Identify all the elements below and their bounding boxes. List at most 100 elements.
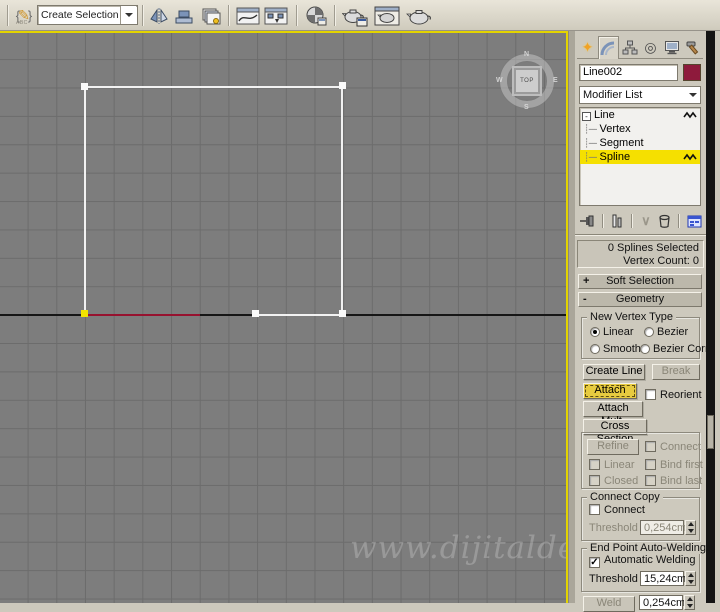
schematic-view-icon[interactable] [262,3,290,28]
vertex-selected[interactable] [81,310,88,317]
object-color-swatch[interactable] [683,64,701,81]
auto-weld-threshold-input[interactable]: 15,24cm [640,571,686,586]
pin-stack-icon[interactable] [577,212,597,230]
command-panel: ✦ ◎ Line002 Modifier List - Line ┊---- V… [575,31,720,612]
spin-down-icon[interactable] [686,603,693,608]
curve-editor-icon[interactable] [234,3,262,28]
tab-hierarchy[interactable] [619,36,640,59]
attach-mult-button[interactable]: Attach Mult. [583,401,643,427]
connect-copy-threshold-input[interactable]: 0,254cm [640,520,686,535]
linear-checkbox[interactable]: Linear [589,459,635,471]
viewcube-west[interactable]: W [496,77,503,84]
panel-scrollbar-thumb[interactable] [707,415,714,449]
selection-set-dropdown-arrow[interactable] [120,6,136,24]
auto-weld-threshold-spinner[interactable] [685,571,696,586]
mirror-icon[interactable] [147,3,171,28]
connect-copy-checkbox[interactable]: Connect [589,504,645,516]
vertex-top-right[interactable] [339,82,346,89]
attach-button[interactable]: Attach [583,383,637,399]
spline-segment-right[interactable] [341,86,343,316]
stack-row-spline[interactable]: ┊---- Spline [580,150,700,164]
connect-copy-threshold-label: Threshold [589,522,638,534]
spin-up-icon[interactable] [686,597,693,602]
connect-copy-threshold-spinner[interactable] [685,520,696,535]
create-icon: ✦ [581,38,594,55]
toolbar-separator [7,5,9,26]
collapse-icon[interactable]: - [582,112,591,121]
material-editor-icon[interactable] [302,3,330,28]
spline-segment-red[interactable] [85,314,200,316]
tab-utilities[interactable] [682,36,703,59]
stack-row-segment[interactable]: ┊---- Segment [580,136,700,150]
closed-checkbox[interactable]: Closed [589,475,638,487]
viewport-top[interactable]: N S W E TOP www.dijitalde [0,31,568,603]
bind-last-checkbox[interactable]: Bind last [645,475,702,487]
show-in-viewport-icon[interactable] [683,153,697,161]
group-new-vertex-type: New Vertex Type Linear Bezier Smooth Bez… [581,311,720,359]
make-unique-icon[interactable]: ∨ [637,212,655,230]
spline-segment-top[interactable] [85,86,343,88]
render-production-icon[interactable] [404,3,434,28]
configure-modifier-sets-icon[interactable] [684,212,704,230]
weld-button[interactable]: Weld [583,596,635,612]
radio-linear[interactable]: Linear [590,326,634,338]
break-button[interactable]: Break [652,364,700,380]
render-setup-icon[interactable] [340,3,370,28]
spline-segment-bottom[interactable] [256,314,343,316]
selection-set-dropdown[interactable]: Create Selection Se [37,5,138,25]
vertex-bottom-mid[interactable] [252,310,259,317]
viewcube-north[interactable]: N [524,51,529,58]
rendered-frame-window-icon[interactable] [372,3,402,28]
align-icon[interactable] [172,3,196,28]
hierarchy-icon [622,40,637,54]
radio-smooth[interactable]: Smooth [590,343,641,355]
selection-info: 0 Splines Selected Vertex Count: 0 [577,240,704,268]
rollout-geometry[interactable]: - Geometry [578,292,702,307]
spline-segment-left[interactable] [84,86,86,316]
spin-up-icon[interactable] [687,522,694,527]
show-in-viewport-icon[interactable] [683,111,697,119]
connect-checkbox[interactable]: Connect [645,441,701,453]
object-name-input[interactable]: Line002 [579,64,678,81]
named-selection-sets-abc: ABC [16,20,28,26]
automatic-welding-checkbox[interactable]: ✓ Automatic Welding [589,554,696,568]
refine-button[interactable]: Refine [587,439,639,455]
viewcube-east[interactable]: E [553,77,558,84]
panel-gap [568,31,575,603]
vertex-bottom-right[interactable] [339,310,346,317]
group-refine: Refine Connect Linear Bind first Closed … [581,432,703,489]
viewcube-top-face[interactable]: TOP [514,68,540,94]
create-line-button[interactable]: Create Line [583,364,645,380]
spin-up-icon[interactable] [687,573,694,578]
modifier-list-arrow[interactable] [685,87,700,103]
tab-motion[interactable]: ◎ [640,36,661,59]
bind-first-checkbox[interactable]: Bind first [645,459,703,471]
spin-down-icon[interactable] [687,579,694,584]
rollout-soft-selection[interactable]: + Soft Selection [578,274,702,289]
splines-selected-count: 0 Splines Selected [607,242,699,254]
panel-scrollbar[interactable] [706,31,715,603]
tab-modify[interactable] [598,36,619,59]
panel-edge [715,31,720,603]
layer-manager-icon[interactable] [198,3,224,28]
toolbar-separator [142,5,144,26]
tab-display[interactable] [661,36,682,59]
modifier-list-dropdown[interactable]: Modifier List [579,86,701,104]
viewcube-south[interactable]: S [524,104,529,111]
stack-row-line[interactable]: - Line [580,108,700,122]
tab-create[interactable]: ✦ [577,36,598,59]
stack-row-vertex[interactable]: ┊---- Vertex [580,122,700,136]
viewcube[interactable]: N S W E TOP [496,51,558,111]
radio-bezier[interactable]: Bezier [644,326,688,338]
display-icon [664,40,679,54]
utilities-icon [686,41,698,55]
toolbar-separator [334,5,336,26]
reorient-checkbox[interactable]: Reorient [645,389,702,401]
remove-modifier-icon[interactable] [655,212,673,230]
vertex-top-left[interactable] [81,83,88,90]
modifier-stack-toolbar: ∨ [577,211,704,231]
group-end-point-auto-welding: End Point Auto-Welding ✓ Automatic Weldin… [581,542,709,592]
spin-down-icon[interactable] [687,528,694,533]
show-end-result-icon[interactable] [608,212,626,230]
vertex-count: Vertex Count: 0 [623,255,699,267]
